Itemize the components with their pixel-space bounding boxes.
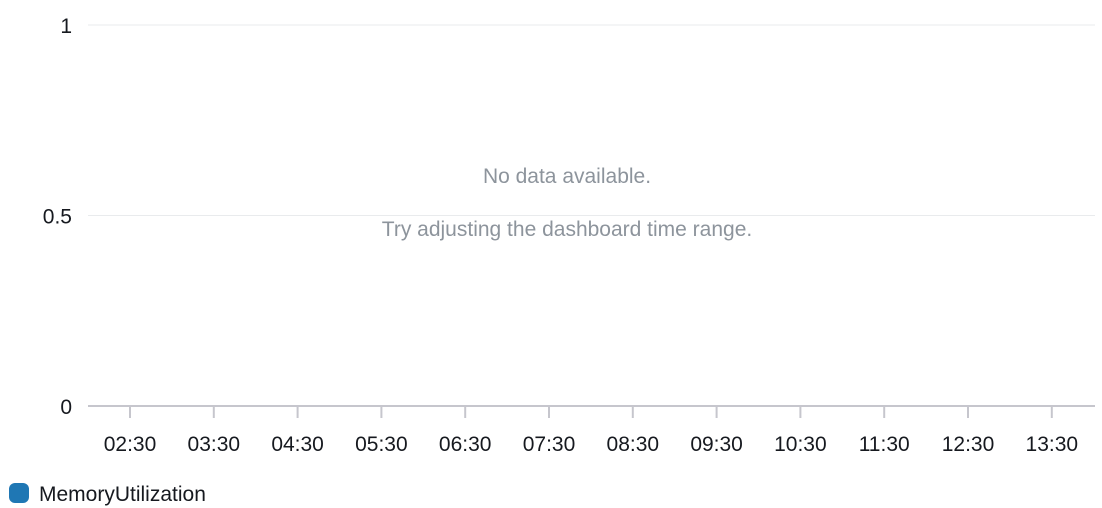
x-tick-label: 04:30	[271, 433, 324, 456]
memory-utilization-chart: 10.50 02:30 03:30 04:30 05:30 06:30 07:30 08:3…	[9, 15, 1095, 506]
x-tick-label: 10:30	[774, 433, 827, 456]
legend-swatch-memory-utilization	[9, 483, 29, 503]
x-tick-label: 09:30	[690, 433, 743, 456]
x-tick-label: 07:30	[523, 433, 576, 456]
x-tick-label: 06:30	[439, 433, 492, 456]
y-tick-label: 1	[60, 15, 72, 38]
x-tick-label: 03:30	[188, 433, 241, 456]
y-axis: 10.50	[43, 15, 72, 419]
metric-chart-widget: 1 0.5 0 02:30 03:30 04:30 05:30 06:30 07:30 08:3…	[0, 0, 1102, 508]
x-tick-label: 12:30	[942, 433, 995, 456]
x-tick-label: 08:30	[607, 433, 660, 456]
x-tick-label: 13:30	[1026, 433, 1079, 456]
x-axis-tick-labels: 02:30 03:30 04:30 05:30 06:30 07:30 08:30 09:30…	[104, 433, 1078, 456]
y-tick-label: 0.5	[43, 206, 72, 229]
time-range-hint: Try adjusting the dashboard time range.	[382, 218, 752, 241]
x-tick-label: 05:30	[355, 433, 408, 456]
y-tick-label: 0	[60, 396, 72, 419]
no-data-message: No data available.	[483, 165, 651, 188]
x-tick-label: 11:30	[859, 433, 910, 456]
x-tick-label: 02:30	[104, 433, 157, 456]
legend-label-memory-utilization[interactable]: MemoryUtilization	[39, 483, 206, 506]
x-axis	[88, 405, 1095, 418]
chart-legend[interactable]: MemoryUtilization	[9, 483, 206, 506]
